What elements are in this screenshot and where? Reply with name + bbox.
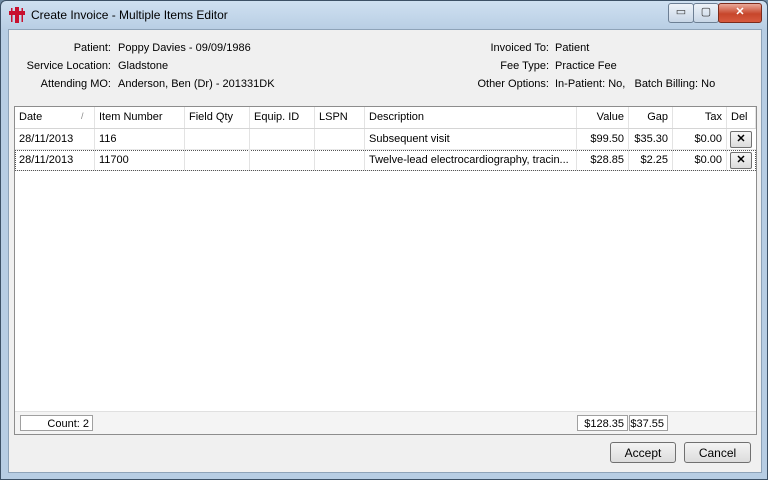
close-button[interactable]: ✕	[718, 3, 762, 23]
attending-mo-value: Anderson, Ben (Dr) - 201331DK	[118, 78, 275, 90]
column-header-description[interactable]: Description	[365, 107, 577, 128]
fee-type-value: Practice Fee	[555, 60, 617, 72]
patient-label: Patient:	[73, 42, 111, 54]
delete-row-button[interactable]: ✕	[730, 152, 752, 169]
total-gap: $37.55	[629, 415, 668, 431]
table-row[interactable]: 28/11/2013 11700 Twelve-lead electrocard…	[15, 150, 756, 171]
window-title: Create Invoice - Multiple Items Editor	[31, 8, 228, 22]
patient-value: Poppy Davies - 09/09/1986	[118, 42, 251, 54]
cell-item-number: 11700	[95, 150, 185, 170]
cell-equip-id[interactable]	[250, 150, 315, 170]
cell-tax: $0.00	[673, 129, 727, 149]
cell-equip-id[interactable]	[250, 129, 315, 149]
maximize-button[interactable]: ▢	[693, 3, 719, 23]
table-row[interactable]: 28/11/2013 116 Subsequent visit $99.50 $…	[15, 129, 756, 150]
cell-lspn[interactable]	[315, 150, 365, 170]
column-header-equip-id[interactable]: Equip. ID	[250, 107, 315, 128]
invoice-editor-window: Create Invoice - Multiple Items Editor ▭…	[0, 0, 768, 480]
minimize-button[interactable]: ▭	[668, 3, 694, 23]
row-count: Count: 2	[20, 415, 93, 431]
grid-header: Date / Item Number Field Qty Equip. ID L…	[15, 107, 756, 129]
cell-gap: $35.30	[629, 129, 673, 149]
cell-lspn[interactable]	[315, 129, 365, 149]
cell-description: Twelve-lead electrocardiography, tracin.…	[365, 150, 577, 170]
cell-tax: $0.00	[673, 150, 727, 170]
total-value: $128.35	[577, 415, 628, 431]
cell-field-qty[interactable]	[185, 129, 250, 149]
column-header-field-qty[interactable]: Field Qty	[185, 107, 250, 128]
other-options-value: In-Patient: No, Batch Billing: No	[555, 78, 716, 90]
cell-gap: $2.25	[629, 150, 673, 170]
title-bar[interactable]: Create Invoice - Multiple Items Editor ▭…	[1, 1, 767, 29]
column-header-lspn[interactable]: LSPN	[315, 107, 365, 128]
cell-field-qty[interactable]	[185, 150, 250, 170]
other-options-label: Other Options:	[477, 78, 549, 90]
invoiced-to-label: Invoiced To:	[490, 42, 549, 54]
fee-type-label: Fee Type:	[500, 60, 549, 72]
cell-value: $99.50	[577, 129, 629, 149]
attending-mo-label: Attending MO:	[40, 78, 111, 90]
dialog-body: Patient: Poppy Davies - 09/09/1986 Servi…	[8, 29, 762, 473]
column-header-del[interactable]: Del	[727, 107, 756, 128]
service-location-value: Gladstone	[118, 60, 169, 72]
grid-footer: Count: 2 $128.35 $37.55	[15, 411, 756, 434]
cell-description: Subsequent visit	[365, 129, 577, 149]
column-header-item-number[interactable]: Item Number	[95, 107, 185, 128]
cell-date: 28/11/2013	[15, 129, 95, 149]
cell-item-number: 116	[95, 129, 185, 149]
invoiced-to-value: Patient	[555, 42, 590, 54]
items-grid: Date / Item Number Field Qty Equip. ID L…	[14, 106, 757, 435]
column-header-gap[interactable]: Gap	[629, 107, 673, 128]
column-header-value[interactable]: Value	[577, 107, 629, 128]
cancel-button[interactable]: Cancel	[684, 442, 751, 463]
cell-value: $28.85	[577, 150, 629, 170]
accept-button[interactable]: Accept	[610, 442, 676, 463]
service-location-label: Service Location:	[26, 60, 111, 72]
column-header-tax[interactable]: Tax	[673, 107, 727, 128]
delete-row-button[interactable]: ✕	[730, 131, 752, 148]
sort-indicator-icon: /	[81, 111, 84, 121]
app-cross-icon	[9, 7, 25, 23]
cell-date: 28/11/2013	[15, 150, 95, 170]
